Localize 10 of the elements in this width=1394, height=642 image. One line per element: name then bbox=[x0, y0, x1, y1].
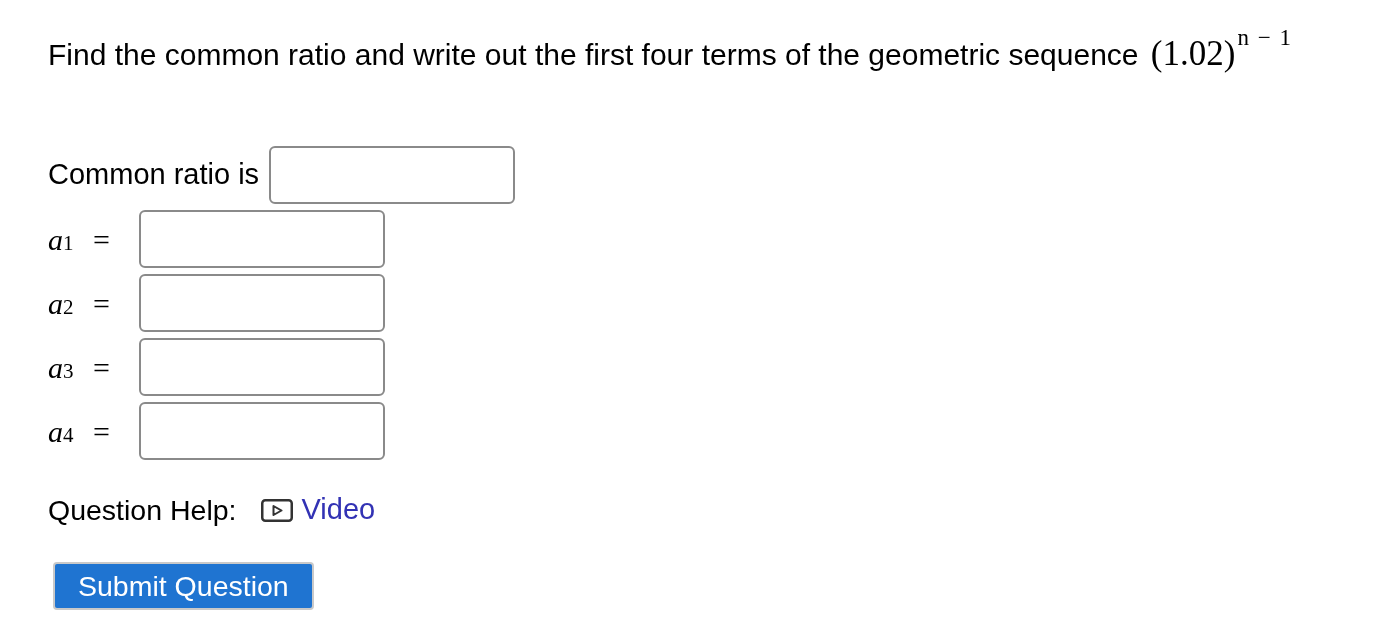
input-field[interactable] bbox=[269, 146, 516, 204]
input-field[interactable] bbox=[139, 210, 385, 268]
field-label: Common ratio is bbox=[48, 157, 260, 193]
video-play-icon[interactable] bbox=[260, 498, 293, 522]
submit-button[interactable]: Submit Question bbox=[53, 562, 314, 610]
video-link[interactable]: Video bbox=[301, 488, 376, 532]
input-field[interactable] bbox=[139, 274, 385, 332]
input-field[interactable] bbox=[139, 402, 385, 460]
help-label: Question Help: bbox=[48, 492, 237, 528]
input-field[interactable] bbox=[139, 338, 385, 396]
